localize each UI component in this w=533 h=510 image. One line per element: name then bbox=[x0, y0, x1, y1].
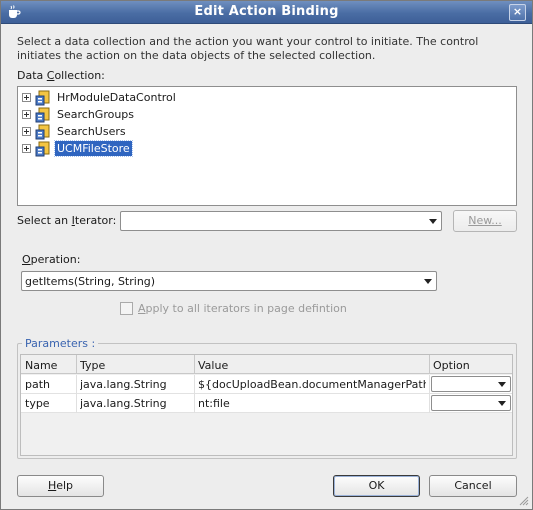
data-collection-label: Data Collection: bbox=[17, 69, 105, 82]
cell-divider bbox=[76, 394, 77, 413]
column-divider[interactable] bbox=[76, 355, 77, 374]
column-header-option[interactable]: Option bbox=[433, 359, 470, 372]
data-control-icon bbox=[35, 141, 50, 156]
apply-all-label: Apply to all iterators in page defintion bbox=[138, 302, 347, 315]
label-part: Data bbox=[17, 69, 47, 82]
tree-item-label: HrModuleDataControl bbox=[57, 91, 176, 104]
cell-divider bbox=[194, 375, 195, 394]
dialog-title: Edit Action Binding bbox=[194, 4, 339, 19]
cell-divider bbox=[194, 394, 195, 413]
plus-expander-icon[interactable] bbox=[22, 110, 31, 119]
button-label: elp bbox=[56, 479, 74, 492]
param-type-cell[interactable]: java.lang.String bbox=[80, 378, 167, 391]
param-value-cell[interactable]: ${docUploadBean.documentManagerPath} bbox=[198, 378, 426, 391]
data-control-icon bbox=[35, 124, 50, 139]
tree-item-label-selected: UCMFileStore bbox=[54, 140, 133, 157]
chevron-down-icon[interactable] bbox=[498, 401, 506, 406]
param-type-cell[interactable]: java.lang.String bbox=[80, 397, 167, 410]
ok-button[interactable]: OK bbox=[333, 475, 420, 497]
chevron-down-icon[interactable] bbox=[498, 382, 506, 387]
tree-item-hrmoduledatacontrol[interactable]: HrModuleDataControl bbox=[22, 89, 178, 106]
label-part: ollection: bbox=[54, 69, 105, 82]
label-part: terator: bbox=[74, 214, 117, 227]
table-row[interactable]: type java.lang.String nt:file bbox=[21, 394, 512, 413]
apply-all-checkbox[interactable] bbox=[120, 302, 133, 315]
tree-item-searchusers[interactable]: SearchUsers bbox=[22, 123, 128, 140]
data-collection-tree[interactable]: HrModuleDataControl SearchGroups SearchU… bbox=[17, 86, 517, 206]
data-control-icon bbox=[35, 107, 50, 122]
apply-all-iterators-option[interactable]: Apply to all iterators in page defintion bbox=[120, 302, 347, 315]
button-label: OK bbox=[368, 479, 385, 492]
cancel-button[interactable]: Cancel bbox=[429, 475, 517, 497]
column-divider[interactable] bbox=[429, 355, 430, 374]
iterator-label: Select an Iterator: bbox=[17, 214, 116, 227]
cell-divider bbox=[429, 375, 430, 394]
cell-divider bbox=[429, 394, 430, 413]
operation-select[interactable]: getItems(String, String) bbox=[21, 271, 437, 291]
column-divider[interactable] bbox=[194, 355, 195, 374]
close-icon: × bbox=[512, 5, 523, 18]
plus-expander-icon[interactable] bbox=[22, 144, 31, 153]
parameters-table[interactable]: Name Type Value Option path java.lang.St… bbox=[20, 354, 513, 456]
button-label: Cancel bbox=[454, 479, 492, 492]
parameters-legend: Parameters : bbox=[22, 337, 99, 350]
close-button[interactable]: × bbox=[509, 4, 526, 21]
param-name-cell[interactable]: type bbox=[25, 397, 50, 410]
label-part: Select an bbox=[17, 214, 72, 227]
label-part: pply to all iterators in page defintion bbox=[145, 302, 347, 315]
tree-item-searchgroups[interactable]: SearchGroups bbox=[22, 106, 136, 123]
column-header-type[interactable]: Type bbox=[80, 359, 105, 372]
cell-divider bbox=[76, 375, 77, 394]
data-control-icon bbox=[35, 90, 50, 105]
table-row[interactable]: path java.lang.String ${docUploadBean.do… bbox=[21, 375, 512, 394]
operation-value: getItems(String, String) bbox=[25, 275, 156, 288]
iterator-select[interactable] bbox=[120, 211, 442, 231]
button-mnemonic: H bbox=[47, 479, 57, 492]
help-button[interactable]: Help bbox=[17, 475, 104, 497]
chevron-down-icon[interactable] bbox=[424, 279, 432, 284]
plus-expander-icon[interactable] bbox=[22, 127, 31, 136]
chevron-down-icon[interactable] bbox=[429, 219, 437, 224]
label-part: peration: bbox=[30, 253, 81, 266]
button-label: New... bbox=[468, 214, 502, 227]
tree-item-label: SearchUsers bbox=[57, 125, 126, 138]
resize-grip-icon[interactable] bbox=[519, 496, 529, 506]
table-header: Name Type Value Option bbox=[21, 355, 512, 374]
label-mnemonic: A bbox=[138, 302, 146, 315]
instructions-text: Select a data collection and the action … bbox=[17, 35, 479, 62]
title-bar[interactable]: Edit Action Binding × bbox=[1, 1, 532, 24]
param-option-select[interactable] bbox=[431, 395, 511, 411]
operation-label: Operation: bbox=[22, 253, 80, 266]
param-option-select[interactable] bbox=[431, 376, 511, 392]
plus-expander-icon[interactable] bbox=[22, 93, 31, 102]
label-mnemonic: O bbox=[22, 253, 31, 266]
param-name-cell[interactable]: path bbox=[25, 378, 50, 391]
edit-action-binding-dialog: Edit Action Binding × Select a data coll… bbox=[0, 0, 533, 510]
column-header-value[interactable]: Value bbox=[198, 359, 228, 372]
tree-item-ucmfilestore[interactable]: UCMFileStore bbox=[22, 140, 133, 157]
column-header-name[interactable]: Name bbox=[25, 359, 57, 372]
param-value-cell[interactable]: nt:file bbox=[198, 397, 426, 410]
new-iterator-button[interactable]: New... bbox=[453, 210, 517, 232]
tree-item-label: SearchGroups bbox=[57, 108, 135, 121]
